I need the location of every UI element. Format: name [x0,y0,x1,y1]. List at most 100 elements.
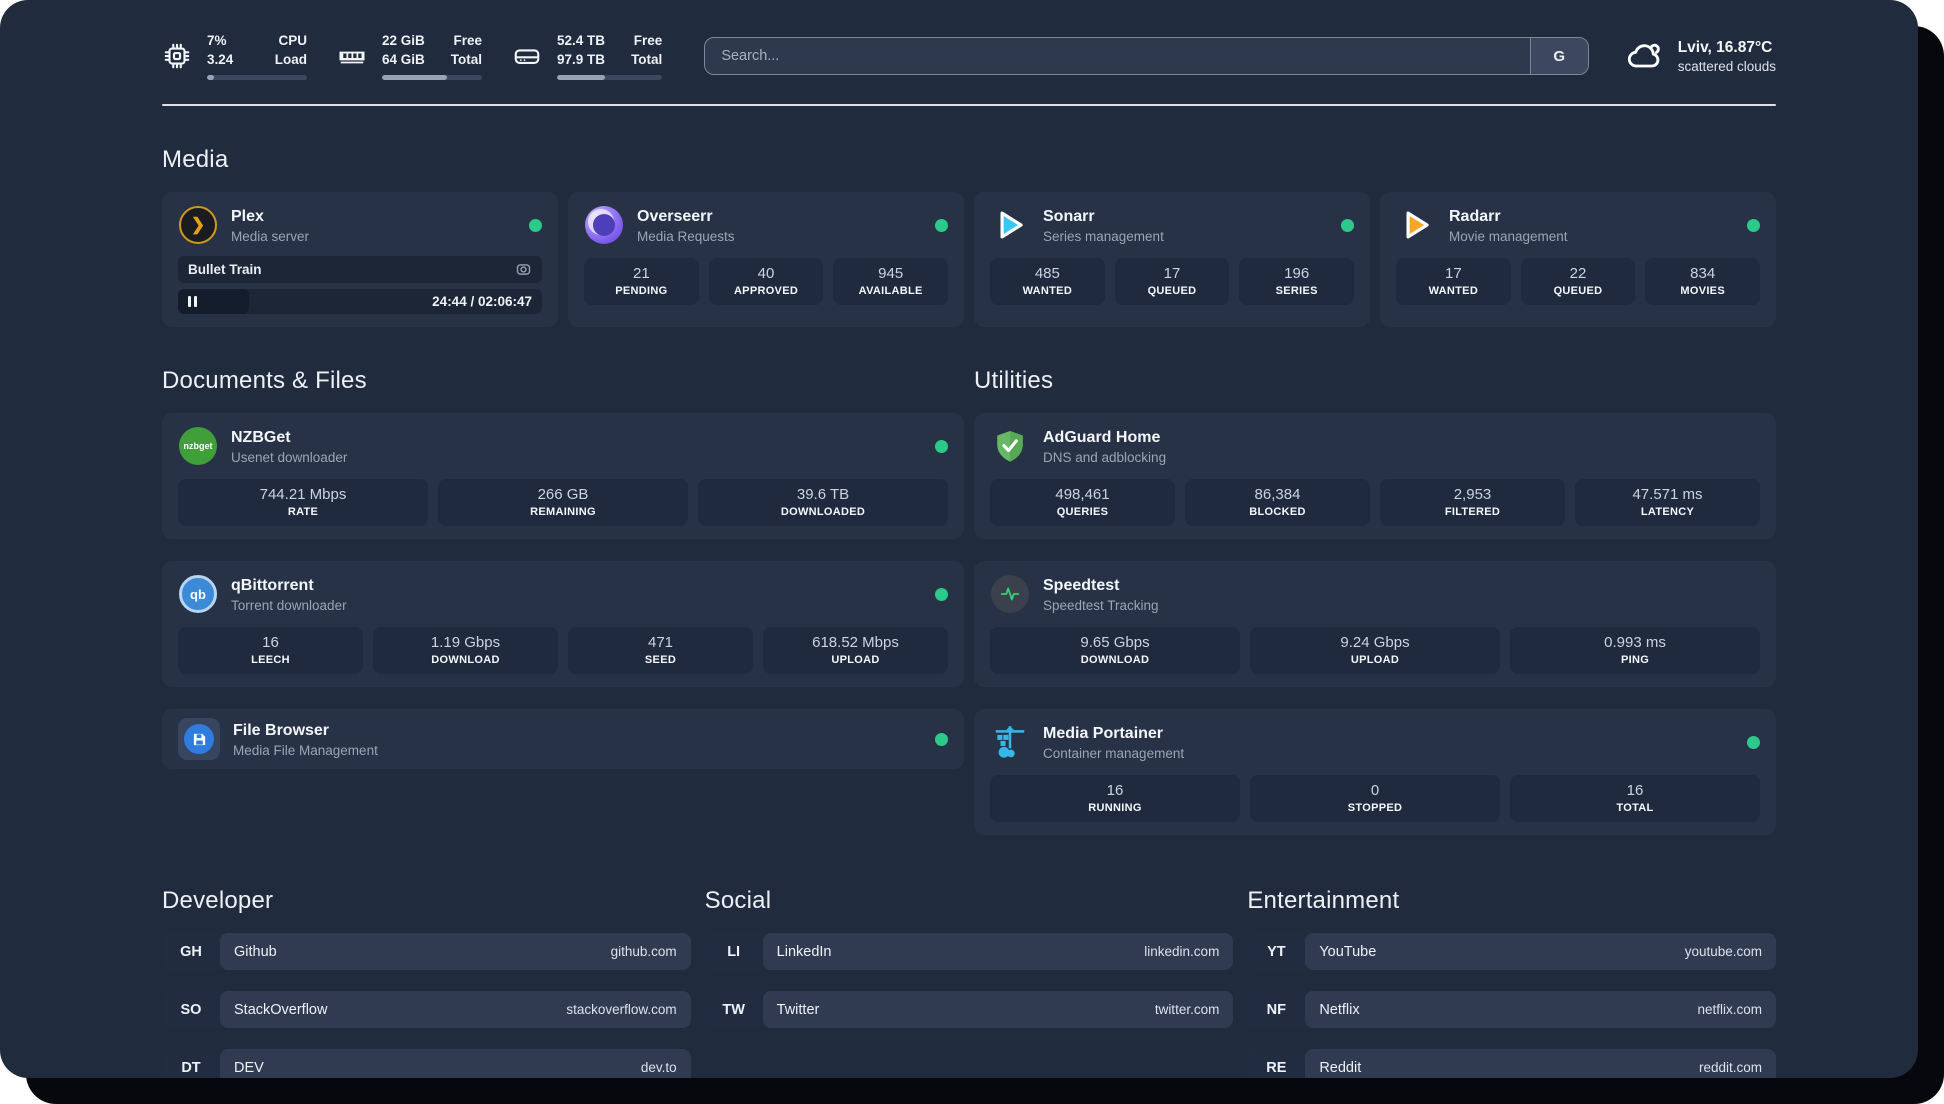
stat-tile: 471 SEED [568,627,753,674]
stat-tile: 16 RUNNING [990,775,1240,822]
app-subtitle: Media Requests [637,228,735,244]
link-abbr: DT [181,1059,201,1076]
status-dot [935,218,948,232]
video-icon [516,264,531,275]
link-url: twitter.com [1154,1002,1220,1017]
ram-bar [382,75,483,81]
cpu-load: 3.24 [207,51,234,67]
stat-tile: 0.993 ms PING [1510,627,1760,674]
top-bar: 7% CPU 3.24 Load 22 GiB Free 64 GiB Total [162,32,1776,81]
link-abbr: RE [1266,1059,1287,1076]
link-youtube[interactable]: YT YouTube youtube.com [1247,933,1776,970]
cpu-bar [207,75,307,81]
link-stackoverflow[interactable]: SO StackOverflow stackoverflow.com [162,991,691,1028]
ram-free: 22 GiB [382,32,425,48]
entertainment-section: Entertainment YT YouTube youtube.com NF N… [1247,887,1776,1078]
nzbget-icon: nzbget [178,426,218,466]
stat-tile: 1.19 Gbps DOWNLOAD [373,627,558,674]
disk-label-2: Total [631,51,663,67]
link-twitter[interactable]: TW Twitter twitter.com [704,991,1234,1028]
app-subtitle: Media server [231,228,310,244]
card-portainer[interactable]: Media Portainer Container management 16 R… [974,709,1776,835]
stat-tile: 9.65 Gbps DOWNLOAD [990,627,1240,674]
link-linkedin[interactable]: LI LinkedIn linkedin.com [704,933,1234,970]
cpu-icon [164,43,190,69]
card-sonarr[interactable]: Sonarr Series management 485 WANTED 17 QUE… [974,192,1370,327]
cpu-widget: 7% CPU 3.24 Load [162,32,307,81]
link-abbr: YT [1267,943,1286,960]
app-subtitle: DNS and adblocking [1043,449,1167,465]
portainer-icon [990,722,1030,762]
link-github[interactable]: GH Github github.com [162,933,691,970]
overseerr-icon [584,205,624,245]
weather-condition: scattered clouds [1677,58,1776,74]
card-nzbget[interactable]: nzbget NZBGet Usenet downloader 744.21 M… [162,413,964,539]
stat-tile: 485 WANTED [990,258,1105,305]
app-name: Media Portainer [1043,724,1164,742]
stat-tile: 0 STOPPED [1250,775,1500,822]
status-dot [1341,218,1354,232]
ram-icon [339,51,365,64]
plex-icon: ❯ [178,205,218,245]
stat-tile: 2,953 FILTERED [1380,479,1565,526]
link-url: dev.to [640,1060,677,1075]
filebrowser-icon [178,718,220,760]
dashboard-page: 7% CPU 3.24 Load 22 GiB Free 64 GiB Total [0,0,1918,1078]
card-qbittorrent[interactable]: qb qBittorrent Torrent downloader 16 LEEC… [162,561,964,687]
card-adguard[interactable]: AdGuard Home DNS and adblocking 498,461 Q… [974,413,1776,539]
playback-progress-bar[interactable]: 24:44 / 02:06:47 [178,289,542,314]
stat-tile: 945 AVAILABLE [833,258,949,305]
now-playing-row: Bullet Train [178,256,542,283]
media-card-grid: ❯ Plex Media server Bullet Train 24:44 /… [162,192,1776,327]
search-bar: G [704,37,1589,75]
disk-total: 97.9 TB [557,51,606,67]
link-reddit[interactable]: RE Reddit reddit.com [1247,1049,1776,1078]
stat-tile: 86,384 BLOCKED [1185,479,1370,526]
app-subtitle: Media File Management [233,742,378,758]
cpu-percent: 7% [207,32,227,48]
link-name: Netflix [1319,1001,1360,1018]
ram-label-2: Total [450,51,483,67]
search-engine-button[interactable]: G [1529,38,1588,74]
link-netflix[interactable]: NF Netflix netflix.com [1247,991,1776,1028]
link-name: YouTube [1319,943,1377,960]
link-abbr: LI [727,943,741,960]
app-name: NZBGet [231,428,291,446]
link-abbr: GH [180,943,202,960]
stat-tile: 744.21 Mbps RATE [178,479,428,526]
status-dot [1747,218,1760,232]
app-subtitle: Movie management [1449,228,1568,244]
stat-tile: 9.24 Gbps UPLOAD [1250,627,1500,674]
stat-tile: 196 SERIES [1239,258,1355,305]
card-radarr[interactable]: Radarr Movie management 17 WANTED 22 QUEUE… [1380,192,1776,327]
search-input[interactable] [705,38,1530,74]
link-dev[interactable]: DT DEV dev.to [162,1049,691,1078]
app-name: File Browser [233,721,330,739]
stat-tile: 17 QUEUED [1114,258,1230,305]
card-plex[interactable]: ❯ Plex Media server Bullet Train 24:44 /… [162,192,558,327]
now-playing-title: Bullet Train [188,262,262,277]
cloud-icon [1627,43,1660,68]
radarr-icon [1396,205,1436,245]
app-name: qBittorrent [231,576,314,594]
sonarr-icon [990,205,1030,245]
app-name: Speedtest [1043,576,1120,594]
pause-button[interactable] [188,296,197,307]
card-overseerr[interactable]: Overseerr Media Requests 21 PENDING 40 APP… [568,192,964,327]
status-dot [935,732,948,746]
app-name: Overseerr [637,207,713,225]
cpu-label-2: Load [274,51,307,67]
app-name: Plex [231,207,264,225]
link-name: Reddit [1319,1059,1362,1076]
stat-tile: 498,461 QUERIES [990,479,1175,526]
disk-free: 52.4 TB [557,32,606,48]
link-url: reddit.com [1698,1060,1762,1075]
card-speedtest[interactable]: Speedtest Speedtest Tracking 9.65 Gbps DO… [974,561,1776,687]
link-name: DEV [234,1059,264,1076]
stat-tile: 16 TOTAL [1510,775,1760,822]
card-filebrowser[interactable]: File Browser Media File Management [162,709,964,769]
section-title-developer: Developer [162,887,274,914]
link-name: StackOverflow [234,1001,328,1018]
disk-widget: 52.4 TB Free 97.9 TB Total [512,32,663,81]
qbittorrent-icon: qb [178,574,218,614]
